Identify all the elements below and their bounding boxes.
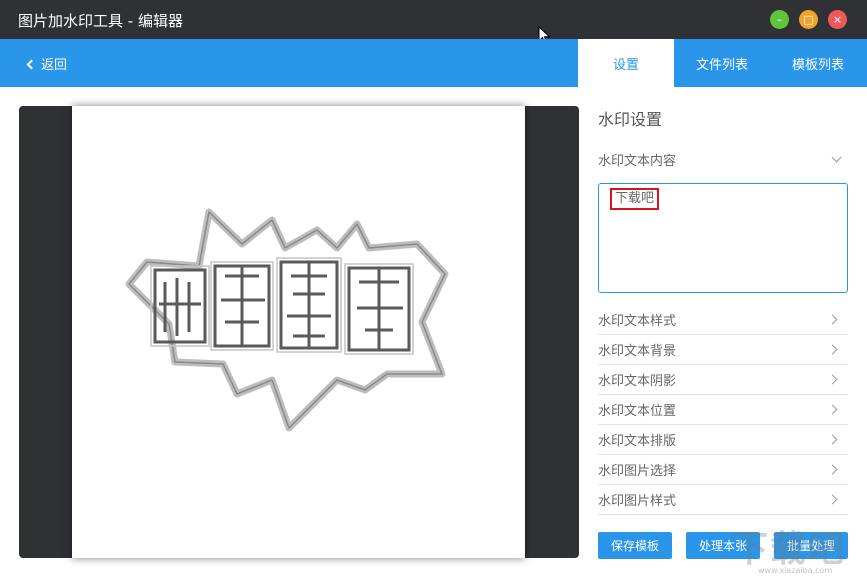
maximize-button[interactable]: □ — [799, 10, 818, 29]
section-label: 水印文本排版 — [598, 434, 677, 449]
section-image-style[interactable]: 水印图片样式 — [598, 485, 848, 515]
back-label: 返回 — [41, 58, 68, 73]
section-text-background[interactable]: 水印文本背景 — [598, 335, 848, 365]
app-header: 返回 设置 文件列表 模板列表 — [0, 39, 867, 87]
chevron-right-icon — [827, 344, 838, 355]
minus-icon: – — [776, 13, 783, 26]
tab-template-list[interactable]: 模板列表 — [770, 39, 866, 87]
section-text-style[interactable]: 水印文本样式 — [598, 305, 848, 335]
window-title: 图片加水印工具 - 编辑器 — [18, 12, 183, 30]
title-bar: 图片加水印工具 - 编辑器 – □ × — [0, 0, 867, 45]
section-text-position[interactable]: 水印文本位置 — [598, 395, 848, 425]
settings-panel: 水印设置 水印文本内容 下载吧 水印文本样式 水印文本背景 水印文本阴影 水印文… — [598, 106, 848, 559]
section-label: 水印文本背景 — [598, 344, 677, 359]
close-button[interactable]: × — [828, 10, 847, 29]
logo-image — [125, 208, 449, 432]
text-content-label: 水印文本内容 — [598, 153, 677, 169]
site-watermark-url: www.xiazaiba.com — [758, 566, 833, 575]
chevron-right-icon — [827, 404, 838, 415]
preview-image — [72, 106, 525, 558]
section-label: 水印文本阴影 — [598, 374, 677, 389]
text-content-header[interactable]: 水印文本内容 — [598, 146, 848, 172]
back-button[interactable]: 返回 — [26, 54, 68, 73]
chevron-right-icon — [827, 314, 838, 325]
maximize-icon: □ — [803, 13, 814, 26]
section-text-layout[interactable]: 水印文本排版 — [598, 425, 848, 455]
section-text-shadow[interactable]: 水印文本阴影 — [598, 365, 848, 395]
chevron-right-icon — [827, 374, 838, 385]
close-icon: × — [832, 13, 843, 26]
section-label: 水印文本样式 — [598, 314, 677, 329]
section-label: 水印图片选择 — [598, 464, 677, 479]
chevron-right-icon — [827, 464, 838, 475]
section-label: 水印图片样式 — [598, 494, 677, 509]
chevron-left-icon — [26, 59, 37, 69]
minimize-button[interactable]: – — [770, 10, 789, 29]
chevron-right-icon — [827, 434, 838, 445]
site-watermark-logo: 下载吧 — [732, 529, 847, 570]
tab-file-list[interactable]: 文件列表 — [674, 39, 770, 87]
panel-title: 水印设置 — [598, 110, 663, 129]
chevron-down-icon — [831, 152, 842, 162]
watermark-text-value: 下载吧 — [610, 188, 660, 210]
tab-bar: 设置 文件列表 模板列表 — [578, 39, 866, 87]
settings-section-list: 水印文本样式 水印文本背景 水印文本阴影 水印文本位置 水印文本排版 水印图片选… — [598, 305, 848, 515]
section-image-select[interactable]: 水印图片选择 — [598, 455, 848, 485]
section-label: 水印文本位置 — [598, 404, 677, 419]
chevron-right-icon — [827, 494, 838, 505]
save-template-button[interactable]: 保存模板 — [598, 532, 672, 559]
tab-settings[interactable]: 设置 — [578, 39, 674, 87]
preview-canvas — [19, 106, 579, 558]
watermark-text-input[interactable]: 下载吧 — [598, 183, 848, 293]
